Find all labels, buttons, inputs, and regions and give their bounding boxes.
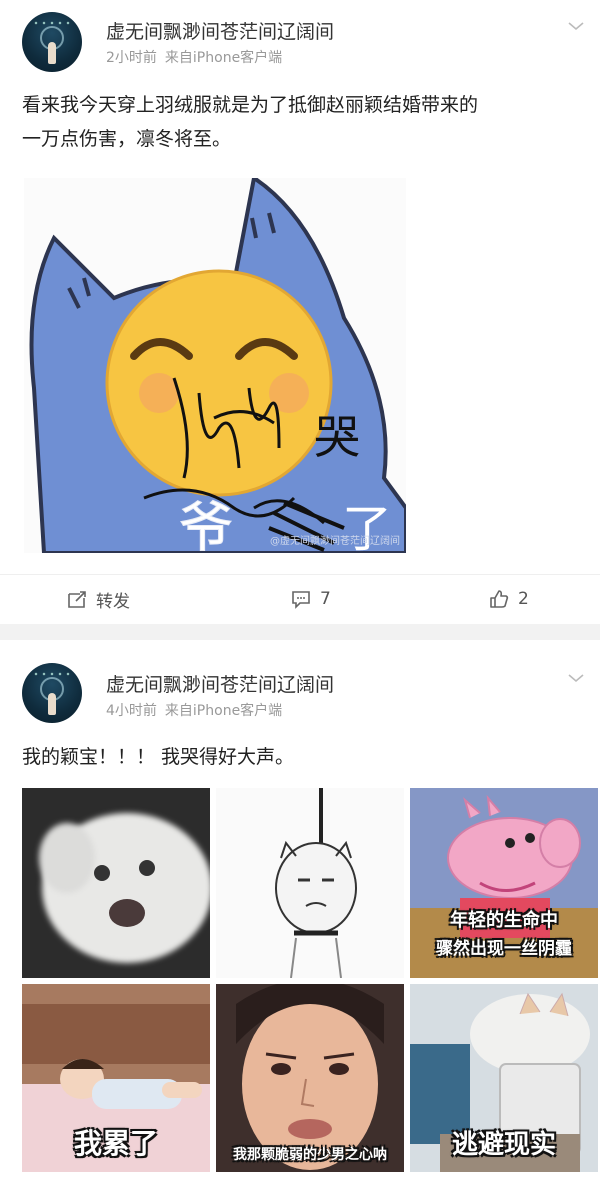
- scribble-text: 哭: [314, 410, 360, 464]
- image-caption-line-2: 骤然出现一丝阴霾: [436, 939, 572, 959]
- image-caption: 我那颗脆弱的少男之心呐: [233, 1147, 387, 1163]
- post-text-line-1: 我的颖宝！！！ 我哭得好大声。: [22, 746, 295, 768]
- repost-label: 转发: [96, 591, 130, 612]
- grid-image-hiding-cat[interactable]: 逃避现实: [410, 984, 598, 1172]
- post-time: 2小时前: [106, 50, 157, 66]
- like-button[interactable]: 2: [488, 585, 529, 613]
- post-image[interactable]: 哭 爷 了 @虚无间飘渺间苍茫间辽阔间: [24, 178, 406, 553]
- comment-button[interactable]: 7: [290, 585, 331, 613]
- avatar-figure: [48, 693, 56, 715]
- thumbs-up-icon: [490, 590, 509, 608]
- comment-count: 7: [320, 589, 331, 609]
- grid-image-hanging-face[interactable]: [216, 788, 404, 978]
- username[interactable]: 虚无间飘渺间苍茫间辽阔间: [106, 670, 334, 697]
- grid-image-tired-kid[interactable]: 我累了: [22, 984, 210, 1172]
- image-caption-line-1: 年轻的生命中: [450, 910, 558, 931]
- chevron-down-icon[interactable]: [566, 16, 586, 36]
- repost-icon: [68, 591, 86, 608]
- grid-image-blurry-cat[interactable]: [22, 788, 210, 978]
- avatar[interactable]: [22, 12, 82, 72]
- post-separator: [0, 624, 600, 640]
- avatar[interactable]: [22, 663, 82, 723]
- image-watermark: @虚无间飘渺间苍茫间辽阔间: [270, 536, 400, 547]
- comment-icon: [292, 591, 310, 609]
- post-time: 4小时前: [106, 703, 157, 719]
- weibo-post-1: 虚无间飘渺间苍茫间辽阔间 2小时前 来自iPhone客户端 看来我今天穿上羽绒服就…: [0, 0, 600, 624]
- post-meta: 4小时前 来自iPhone客户端: [106, 700, 282, 720]
- image-caption: 我累了: [73, 1127, 158, 1160]
- post-text: 看来我今天穿上羽绒服就是为了抵御赵丽颖结婚带来的 一万点伤害，凛冬将至。: [22, 88, 582, 156]
- meme-caption-main: 爷: [179, 496, 233, 553]
- hanging-face-drawing: [275, 788, 357, 978]
- repost-button[interactable]: 转发: [66, 585, 130, 613]
- post-text-line-1: 看来我今天穿上羽绒服就是为了抵御赵丽颖结婚带来的: [22, 94, 479, 116]
- weibo-post-2: 虚无间飘渺间苍茫间辽阔间 4小时前 来自iPhone客户端 我的颖宝！！！ 我哭得…: [0, 640, 600, 1190]
- image-caption: 逃避现实: [451, 1130, 556, 1160]
- post-text: 我的颖宝！！！ 我哭得好大声。: [22, 740, 582, 774]
- like-count: 2: [518, 589, 529, 609]
- post-source: 来自iPhone客户端: [164, 703, 283, 719]
- chevron-down-icon[interactable]: [566, 668, 586, 688]
- avatar-figure: [48, 42, 56, 64]
- post-source: 来自iPhone客户端: [164, 50, 283, 66]
- username[interactable]: 虚无间飘渺间苍茫间辽阔间: [106, 17, 334, 44]
- cat-emoji-meme: 哭 爷 了: [29, 178, 406, 553]
- action-bar: 转发 7 2: [0, 574, 600, 622]
- post-meta: 2小时前 来自iPhone客户端: [106, 47, 282, 67]
- grid-image-peppa[interactable]: 年轻的生命中 骤然出现一丝阴霾: [410, 788, 598, 978]
- grid-image-pouting-face[interactable]: 我那颗脆弱的少男之心呐: [216, 984, 404, 1172]
- blurry-cat-drawing: [22, 788, 210, 978]
- post-text-line-2: 一万点伤害，凛冬将至。: [22, 128, 232, 150]
